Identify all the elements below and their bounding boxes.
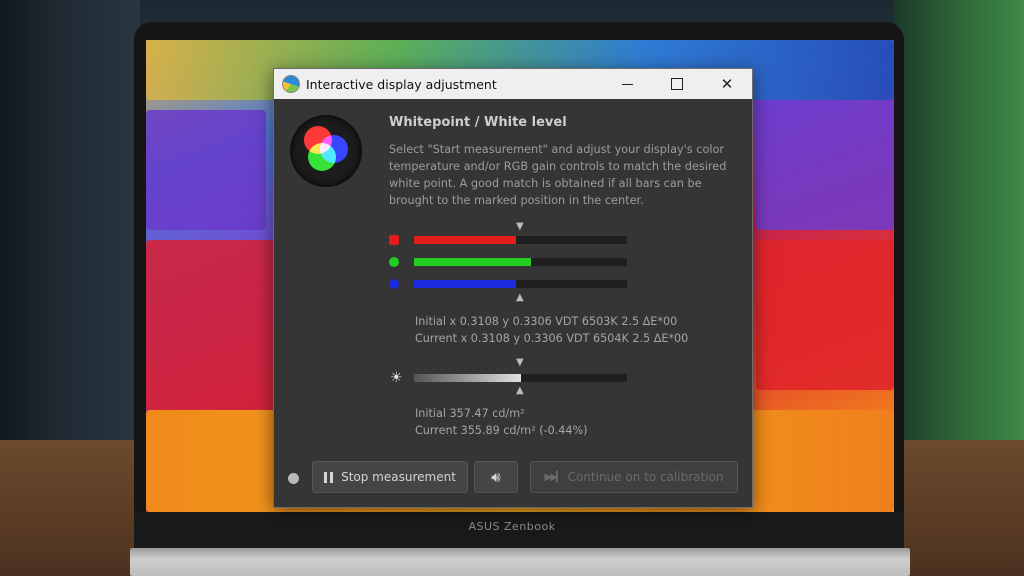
instructions-text: Select "Start measurement" and adjust yo…	[389, 143, 727, 207]
red-indicator	[389, 235, 399, 245]
target-marker-bottom-icon: ▲	[516, 292, 524, 303]
minimize-icon	[621, 83, 633, 85]
window-title: Interactive display adjustment	[306, 76, 497, 92]
pause-icon	[324, 471, 334, 483]
blue-indicator	[389, 279, 399, 289]
blue-bar-track	[414, 280, 627, 288]
stop-measurement-button[interactable]: Stop measurement	[312, 461, 468, 493]
luminance-bar-fill	[414, 374, 521, 382]
green-bar-fill	[414, 258, 531, 266]
target-marker-top-icon: ▼	[516, 221, 524, 232]
display-adjustment-window: Interactive display adjustment ✕ Whitepo…	[273, 68, 753, 508]
continue-calibration-button[interactable]: ▶▶▎ Continue on to calibration	[530, 461, 738, 493]
laptop-hinge	[130, 548, 910, 576]
title-bar[interactable]: Interactive display adjustment ✕	[274, 69, 752, 99]
maximize-button[interactable]	[654, 69, 700, 99]
close-icon: ✕	[720, 75, 734, 93]
initial-chromaticity: Initial x 0.3108 y 0.3306 VDT 6503K 2.5 …	[415, 315, 678, 328]
skip-forward-icon: ▶▶▎	[544, 471, 564, 483]
red-bar-track	[414, 236, 627, 244]
current-luminance: Current 355.89 cd/m² (-0.44%)	[415, 424, 588, 437]
rgb-circles-icon	[290, 115, 362, 187]
luminance-bar-track	[414, 374, 627, 382]
blue-bar-fill	[414, 280, 516, 288]
stop-measurement-label: Stop measurement	[341, 470, 456, 484]
initial-luminance: Initial 357.47 cd/m²	[415, 407, 525, 420]
close-button[interactable]: ✕	[704, 69, 750, 99]
maximize-icon	[671, 78, 683, 90]
section-heading: Whitepoint / White level	[389, 115, 567, 130]
sound-toggle-button[interactable]: 🔊︎	[474, 461, 518, 493]
brightness-icon: ☀	[390, 370, 403, 386]
laptop-brand-label: ASUS Zenbook	[468, 520, 556, 533]
continue-calibration-label: Continue on to calibration	[567, 470, 724, 484]
speaker-icon: 🔊︎	[491, 468, 501, 486]
current-chromaticity: Current x 0.3108 y 0.3306 VDT 6504K 2.5 …	[415, 332, 689, 345]
background-plant	[894, 0, 1024, 440]
measurement-status-indicator	[288, 473, 299, 484]
app-logo-icon	[282, 75, 300, 93]
luminance-marker-bottom-icon: ▲	[516, 385, 524, 396]
button-bar: Stop measurement 🔊︎ ▶▶▎ Continue on to c…	[274, 459, 752, 499]
minimize-button[interactable]	[604, 69, 650, 99]
green-indicator	[389, 257, 399, 267]
red-bar-fill	[414, 236, 516, 244]
background-shelf	[0, 0, 140, 440]
green-bar-track	[414, 258, 627, 266]
luminance-marker-top-icon: ▼	[516, 357, 524, 368]
